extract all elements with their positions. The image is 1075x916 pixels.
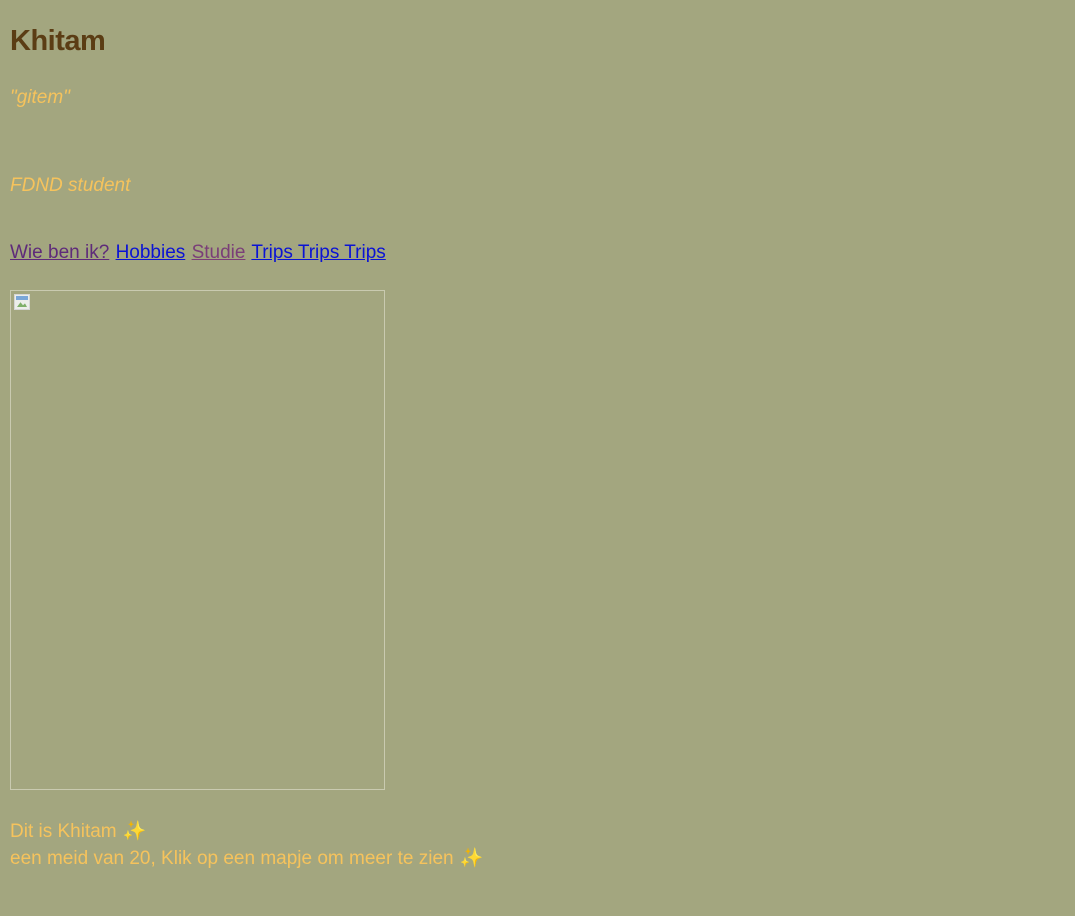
nav-link-studie[interactable]: Studie: [192, 242, 246, 263]
intro-text: Dit is Khitam ✨ een meid van 20, Klik op …: [10, 818, 483, 872]
main-nav: Wie ben ik? Hobbies Studie Trips Trips T…: [10, 242, 387, 264]
sparkle-icon: ✨: [459, 848, 484, 869]
nav-link-hobbies[interactable]: Hobbies: [116, 242, 186, 263]
broken-image-icon: [14, 294, 30, 310]
nav-link-wie-ben-ik[interactable]: Wie ben ik?: [10, 242, 109, 263]
sparkle-icon: ✨: [122, 821, 147, 842]
role-text: FDND student: [10, 175, 131, 196]
profile-image-placeholder: [10, 290, 385, 790]
nav-link-trips[interactable]: Trips Trips Trips: [251, 242, 385, 263]
nickname-text: "gitem": [10, 87, 70, 108]
page: Khitam "gitem" FDND student Wie ben ik? …: [0, 0, 1075, 916]
intro-line-1: Dit is Khitam: [10, 821, 117, 842]
intro-line-2: een meid van 20, Klik op een mapje om me…: [10, 848, 454, 869]
page-title: Khitam: [10, 25, 106, 57]
